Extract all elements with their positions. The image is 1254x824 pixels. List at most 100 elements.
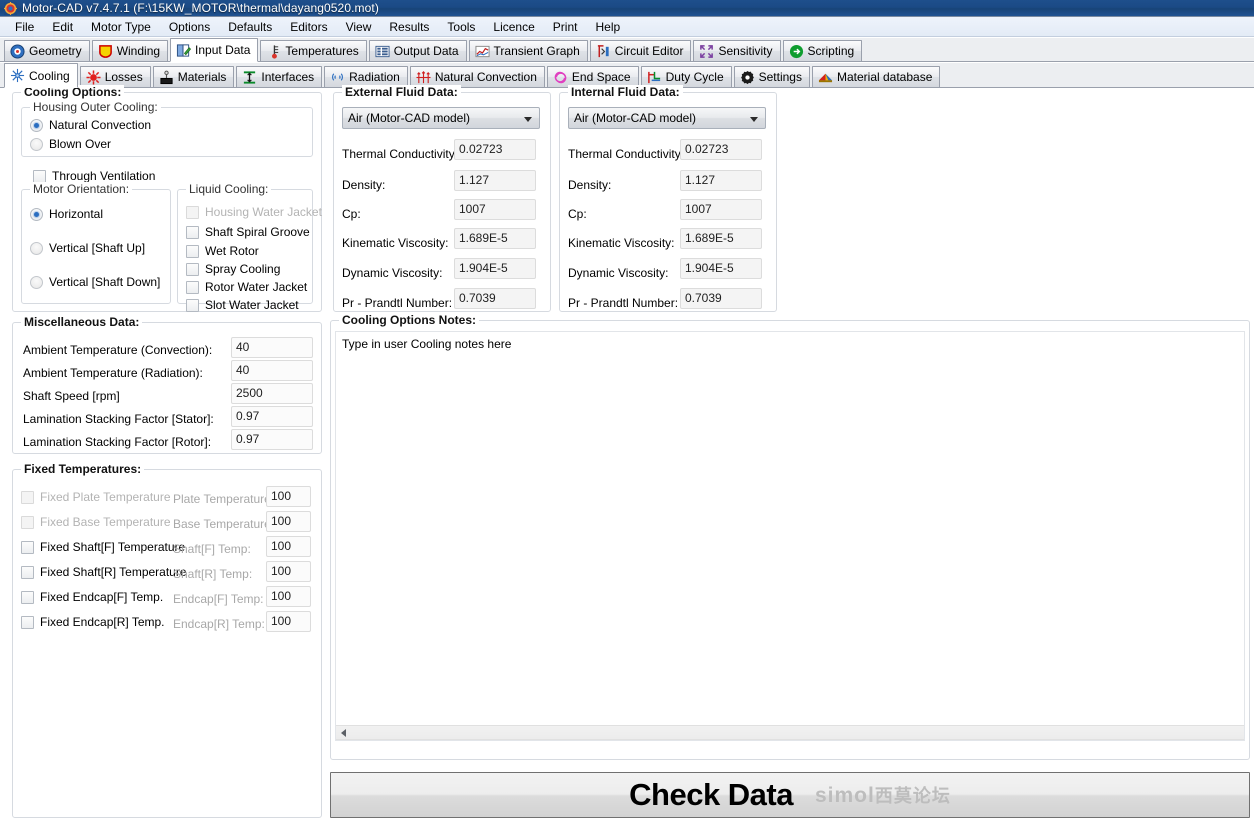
tab-material-database[interactable]: Material database xyxy=(811,66,941,87)
menu-help[interactable]: Help xyxy=(586,18,629,36)
menu-defaults[interactable]: Defaults xyxy=(219,18,281,36)
external-cp-field[interactable]: 1007 xyxy=(454,199,536,220)
tab-radiation[interactable]: Radiation xyxy=(324,66,408,87)
external-density-field[interactable]: 1.127 xyxy=(454,170,536,191)
shaft-r-temp-field[interactable]: 100 xyxy=(266,561,311,582)
tab-temperatures[interactable]: Temperatures xyxy=(260,40,367,61)
checkbox-fixed-shaft-r-temperature[interactable]: Fixed Shaft[R] Temperature xyxy=(21,565,187,579)
menu-options[interactable]: Options xyxy=(160,18,219,36)
base-temperature-field[interactable]: 100 xyxy=(266,511,311,532)
menu-view[interactable]: View xyxy=(337,18,381,36)
arrow-left-icon[interactable] xyxy=(336,726,351,739)
external-prandtl-field[interactable]: 0.7039 xyxy=(454,288,536,309)
tab-circuit-editor[interactable]: Circuit Editor xyxy=(589,40,692,61)
endcap-r-temp-field[interactable]: 100 xyxy=(266,611,311,632)
external-dynamic-viscosity-field[interactable]: 1.904E-5 xyxy=(454,258,536,279)
checkbox-label: Fixed Endcap[R] Temp. xyxy=(40,615,165,629)
checkbox-slot-water-jacket[interactable]: Slot Water Jacket xyxy=(186,298,299,312)
tab-end-space[interactable]: End Space xyxy=(546,66,639,87)
radio-natural-convection[interactable]: Natural Convection xyxy=(30,118,151,132)
tab-duty-cycle[interactable]: Duty Cycle xyxy=(640,66,732,87)
external-kinematic-viscosity-field[interactable]: 1.689E-5 xyxy=(454,228,536,249)
checkbox-fixed-endcap-r-temp[interactable]: Fixed Endcap[R] Temp. xyxy=(21,615,165,629)
checkbox-through-ventilation[interactable]: Through Ventilation xyxy=(33,169,155,183)
checkbox-rotor-water-jacket[interactable]: Rotor Water Jacket xyxy=(186,280,307,294)
internal-dynamic-viscosity-field[interactable]: 1.904E-5 xyxy=(680,258,762,279)
checkbox-indicator xyxy=(21,615,34,629)
stacking-factor-stator-field[interactable]: 0.97 xyxy=(231,406,313,427)
endcap-r-temp-label: Endcap[R] Temp: xyxy=(173,617,265,631)
checkbox-shaft-spiral-groove[interactable]: Shaft Spiral Groove xyxy=(186,225,310,239)
menu-print[interactable]: Print xyxy=(544,18,587,36)
tab-scripting[interactable]: Scripting xyxy=(782,40,863,61)
checkbox-indicator xyxy=(21,490,34,504)
stacking-factor-rotor-field[interactable]: 0.97 xyxy=(231,429,313,450)
watermark-cn: 西莫论坛 xyxy=(874,786,951,806)
shaft-speed-field[interactable]: 2500 xyxy=(231,383,313,404)
tab-transient-graph[interactable]: Transient Graph xyxy=(468,40,588,61)
menu-results[interactable]: Results xyxy=(380,18,438,36)
winding-icon xyxy=(98,44,113,59)
checkbox-wet-rotor[interactable]: Wet Rotor xyxy=(186,244,259,258)
external-fluid-select[interactable]: Air (Motor-CAD model) xyxy=(342,107,540,129)
natural-convection-icon xyxy=(416,70,431,85)
menu-licence[interactable]: Licence xyxy=(484,18,543,36)
radio-horizontal[interactable]: Horizontal xyxy=(30,207,103,221)
cooling-notes-textarea[interactable]: Type in user Cooling notes here xyxy=(335,331,1245,741)
checkbox-spray-cooling[interactable]: Spray Cooling xyxy=(186,262,280,276)
internal-density-field[interactable]: 1.127 xyxy=(680,170,762,191)
tab-label: Sensitivity xyxy=(718,44,773,58)
checkbox-indicator xyxy=(186,225,199,239)
notes-horizontal-scrollbar[interactable] xyxy=(336,725,1244,740)
menu-edit[interactable]: Edit xyxy=(43,18,82,36)
radiation-icon xyxy=(330,70,345,85)
shaft-f-temp-field[interactable]: 100 xyxy=(266,536,311,557)
ambient-temp-convection-field[interactable]: 40 xyxy=(231,337,313,358)
external-thermal-conductivity-field[interactable]: 0.02723 xyxy=(454,139,536,160)
checkbox-fixed-base-temperature[interactable]: Fixed Base Temperature xyxy=(21,515,171,529)
checkbox-housing-water-jacket[interactable]: Housing Water Jacket xyxy=(186,205,322,219)
tab-label: Material database xyxy=(836,70,933,84)
tab-input-data[interactable]: Input Data xyxy=(170,38,259,62)
motor-orientation-title: Motor Orientation: xyxy=(30,182,133,196)
internal-fluid-select[interactable]: Air (Motor-CAD model) xyxy=(568,107,766,129)
tab-cooling[interactable]: Cooling xyxy=(4,63,78,88)
tab-materials[interactable]: Materials xyxy=(152,66,235,87)
tab-losses[interactable]: Losses xyxy=(79,66,151,87)
ambient-temp-radiation-field[interactable]: 40 xyxy=(231,360,313,381)
internal-dynamic-viscosity-label: Dynamic Viscosity: xyxy=(568,266,669,280)
tab-geometry[interactable]: Geometry xyxy=(4,40,90,61)
tab-interfaces[interactable]: Interfaces xyxy=(236,66,323,87)
shaft-speed-label: Shaft Speed [rpm] xyxy=(23,389,120,403)
external-fluid-title: External Fluid Data: xyxy=(342,85,461,99)
tab-output-data[interactable]: Output Data xyxy=(368,40,467,61)
menu-tools[interactable]: Tools xyxy=(438,18,484,36)
tab-sensitivity[interactable]: Sensitivity xyxy=(693,40,781,61)
radio-vertical-shaft-down[interactable]: Vertical [Shaft Down] xyxy=(30,275,160,289)
internal-cp-field[interactable]: 1007 xyxy=(680,199,762,220)
checkbox-label: Fixed Shaft[R] Temperature xyxy=(40,565,187,579)
tab-label: Losses xyxy=(104,70,143,84)
radio-blown-over[interactable]: Blown Over xyxy=(30,137,111,151)
internal-thermal-conductivity-field[interactable]: 0.02723 xyxy=(680,139,762,160)
tab-natural-convection[interactable]: Natural Convection xyxy=(409,66,545,87)
tab-settings[interactable]: Settings xyxy=(733,66,810,87)
plate-temperature-field[interactable]: 100 xyxy=(266,486,311,507)
tab-label: Materials xyxy=(177,70,227,84)
check-data-button[interactable]: Check Data simol西莫论坛 xyxy=(330,772,1250,818)
checkbox-label: Rotor Water Jacket xyxy=(205,280,308,294)
menu-editors[interactable]: Editors xyxy=(281,18,336,36)
checkbox-fixed-shaft-f-temperature[interactable]: Fixed Shaft[F] Temperature xyxy=(21,540,185,554)
menu-motor-type[interactable]: Motor Type xyxy=(82,18,160,36)
tab-label: Input Data xyxy=(195,43,251,57)
radio-label: Natural Convection xyxy=(49,118,152,132)
internal-prandtl-field[interactable]: 0.7039 xyxy=(680,288,762,309)
tab-winding[interactable]: Winding xyxy=(91,40,169,61)
menu-file[interactable]: File xyxy=(6,18,43,36)
checkbox-fixed-endcap-f-temp[interactable]: Fixed Endcap[F] Temp. xyxy=(21,590,163,604)
endcap-f-temp-field[interactable]: 100 xyxy=(266,586,311,607)
internal-kinematic-viscosity-field[interactable]: 1.689E-5 xyxy=(680,228,762,249)
checkbox-label: Slot Water Jacket xyxy=(205,298,299,312)
checkbox-fixed-plate-temperature[interactable]: Fixed Plate Temperature xyxy=(21,490,171,504)
radio-vertical-shaft-up[interactable]: Vertical [Shaft Up] xyxy=(30,241,145,255)
